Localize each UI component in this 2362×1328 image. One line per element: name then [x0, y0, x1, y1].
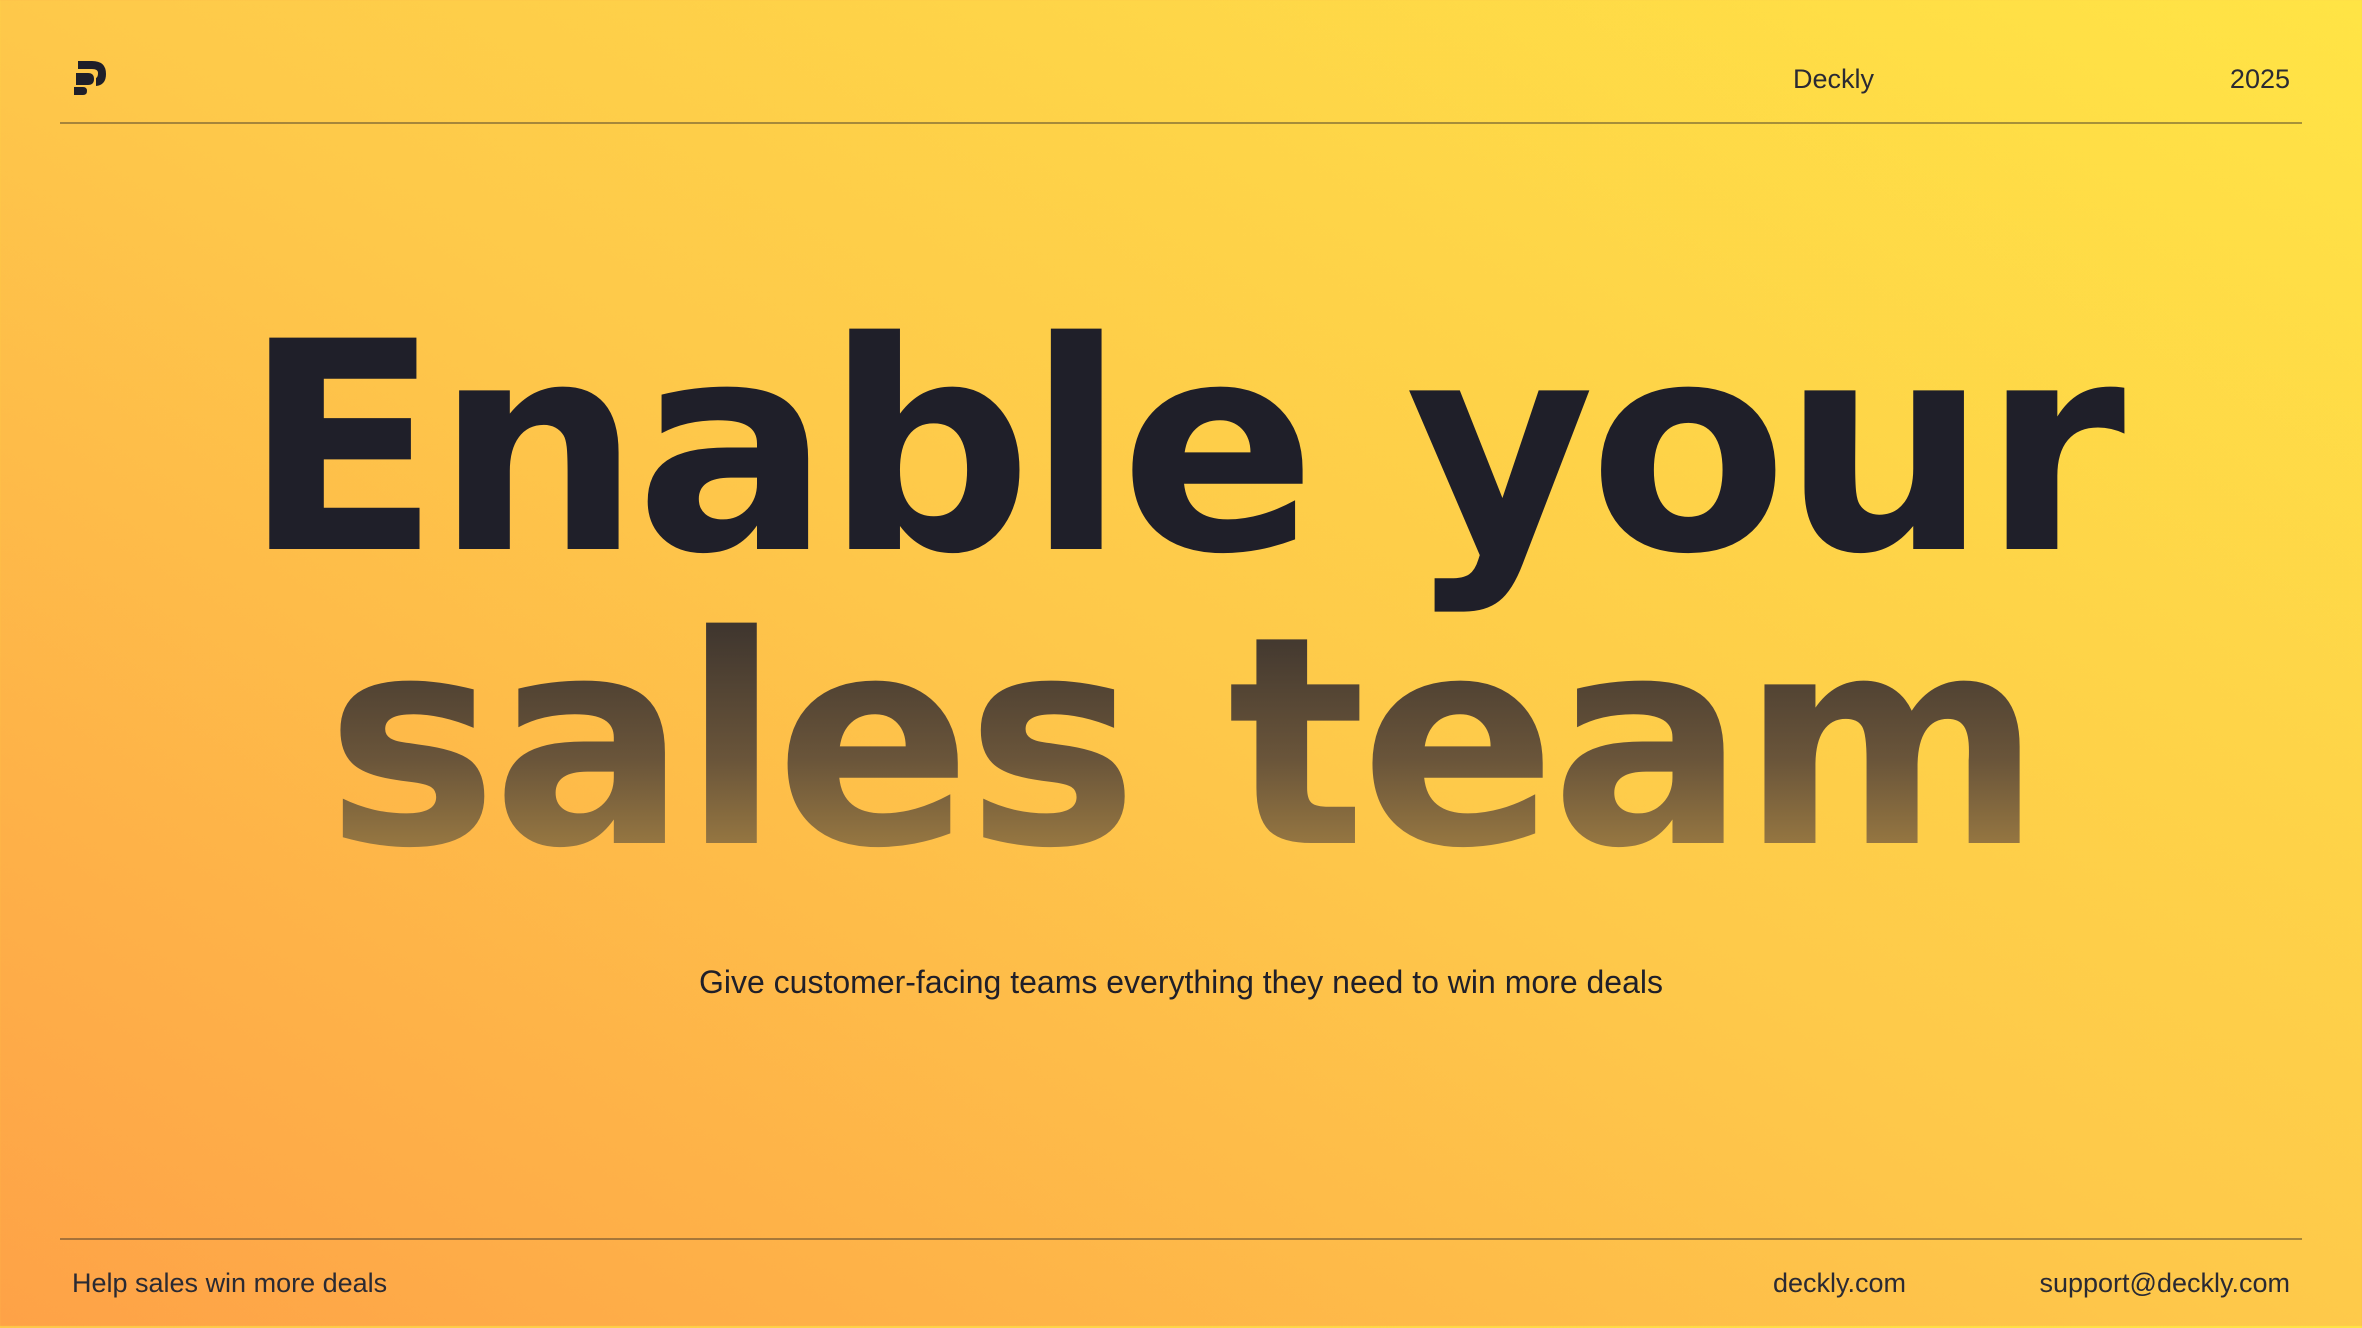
slide: Deckly 2025 Enable your sales team Give … — [0, 0, 2362, 1326]
footer-tagline: Help sales win more deals — [72, 1268, 388, 1298]
headline-line-2: sales team — [0, 594, 2362, 894]
brand-name: Deckly — [1793, 64, 1875, 94]
headline-line-1: Enable your — [242, 281, 2126, 618]
footer-bar: Help sales win more deals deckly.com sup… — [60, 1238, 2302, 1328]
footer-email-link[interactable]: support@deckly.com — [2039, 1264, 2290, 1302]
deckly-logo-icon — [74, 61, 106, 95]
footer-website-link[interactable]: deckly.com — [1773, 1264, 1906, 1302]
subtitle: Give customer-facing teams everything th… — [698, 964, 1663, 1000]
headline-line-2-text: sales team — [325, 575, 2042, 912]
year-label: 2025 — [2229, 64, 2290, 94]
header-bar: Deckly 2025 — [60, 0, 2302, 124]
